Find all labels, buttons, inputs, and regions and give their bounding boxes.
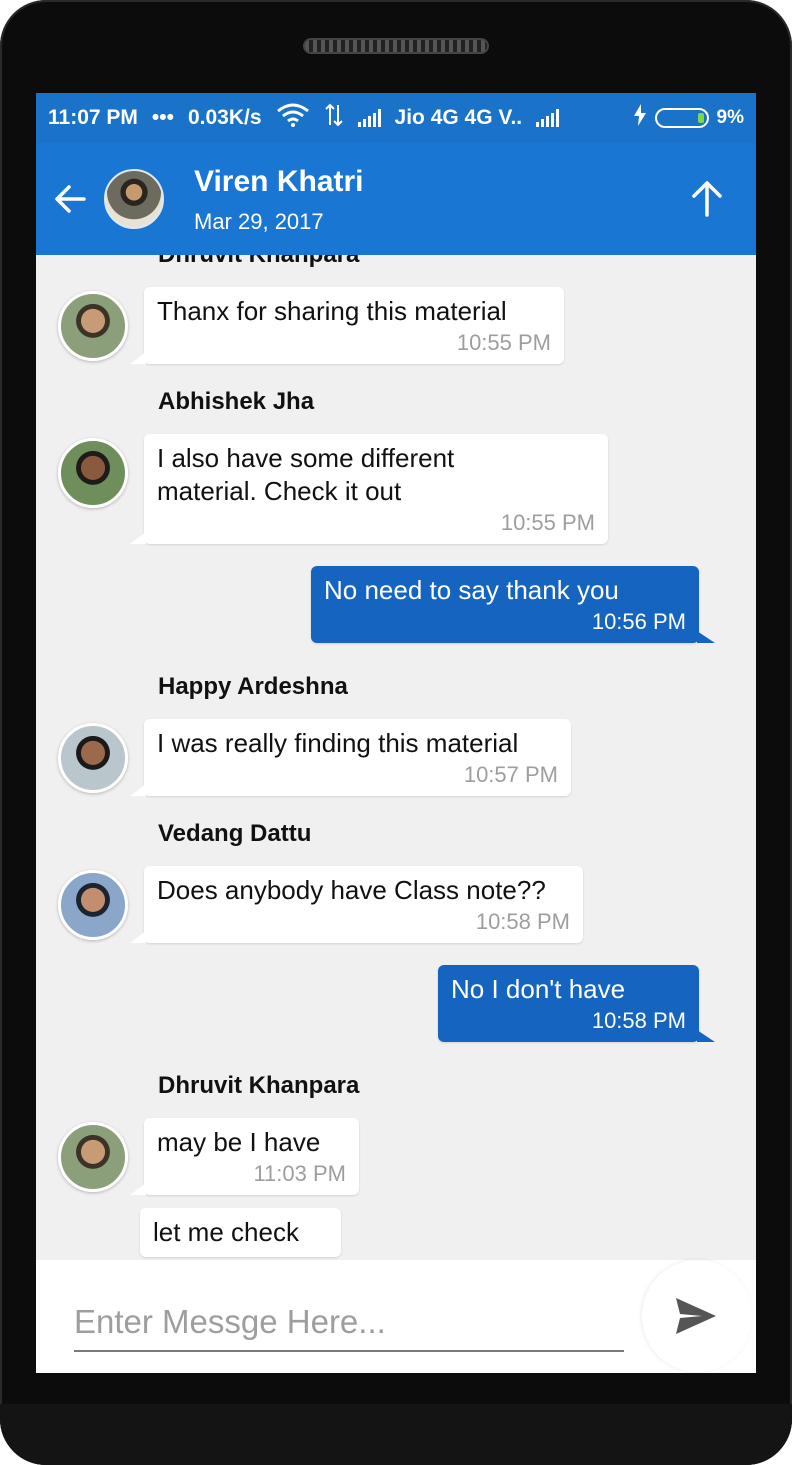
- phone-chin: [0, 1404, 792, 1465]
- message-text: Thanx for sharing this material: [157, 296, 507, 326]
- speaker-grille: [303, 38, 489, 54]
- page-title: Viren Khatri: [194, 165, 364, 198]
- sender-name: Abhishek Jha: [158, 388, 315, 415]
- message-time: 10:56 PM: [591, 609, 686, 634]
- wifi-icon: [276, 103, 310, 133]
- screen: 11:07 PM ••• 0.03K/s Jio 4G 4G V.. 9% Vi…: [36, 93, 756, 1373]
- back-arrow-icon[interactable]: [52, 181, 88, 217]
- send-button[interactable]: [642, 1260, 752, 1372]
- carrier-label: Jio 4G 4G V..: [394, 106, 523, 129]
- avatar[interactable]: [58, 1122, 128, 1192]
- status-bar: 11:07 PM ••• 0.03K/s Jio 4G 4G V.. 9%: [36, 93, 756, 143]
- message-text: let me check: [153, 1217, 299, 1247]
- sender-name: Vedang Dattu: [158, 820, 312, 847]
- message-bubble-incoming[interactable]: Does anybody have Class note?? 10:58 PM: [130, 866, 583, 943]
- avatar[interactable]: [58, 438, 128, 508]
- composer-bar: [36, 1260, 756, 1373]
- message-bubble-outgoing[interactable]: No I don't have 10:58 PM: [438, 965, 715, 1042]
- battery-percent: 9%: [716, 107, 744, 128]
- app-bar: Viren Khatri Mar 29, 2017: [36, 143, 756, 255]
- message-text: I was really finding this material: [157, 728, 519, 758]
- message-bubble-incoming[interactable]: let me check: [140, 1208, 341, 1257]
- sender-name: Happy Ardeshna: [158, 673, 348, 700]
- signal-icon-2: [536, 109, 560, 127]
- arrow-up-icon[interactable]: [686, 177, 728, 219]
- message-time: 10:57 PM: [463, 762, 558, 787]
- message-time: 11:03 PM: [253, 1161, 346, 1186]
- signal-icon: [357, 109, 381, 127]
- chat-list[interactable]: Dhruvit Khanpara Thanx for sharing this …: [36, 255, 756, 1260]
- contact-avatar[interactable]: [104, 169, 164, 229]
- message-bubble-outgoing[interactable]: No need to say thank you 10:56 PM: [311, 566, 715, 643]
- message-input[interactable]: [74, 1294, 624, 1352]
- message-bubble-incoming[interactable]: I also have some different material. Che…: [130, 434, 608, 544]
- page-subtitle: Mar 29, 2017: [194, 209, 324, 234]
- phone-frame: 11:07 PM ••• 0.03K/s Jio 4G 4G V.. 9% Vi…: [0, 0, 792, 1465]
- charging-icon: [633, 104, 647, 132]
- message-time: 10:55 PM: [456, 330, 551, 355]
- message-time: 10:55 PM: [500, 510, 595, 535]
- avatar[interactable]: [58, 291, 128, 361]
- message-time: 10:58 PM: [475, 909, 570, 934]
- sender-name: Dhruvit Khanpara: [158, 1072, 360, 1099]
- notification-dots-icon: •••: [151, 106, 174, 129]
- battery-icon: [654, 108, 709, 128]
- message-text: I also have some different material. Che…: [157, 443, 455, 506]
- message-bubble-incoming[interactable]: Thanx for sharing this material 10:55 PM: [130, 287, 564, 364]
- status-time: 11:07 PM: [48, 106, 138, 129]
- message-bubble-incoming[interactable]: may be I have 11:03 PM: [130, 1118, 359, 1195]
- avatar[interactable]: [58, 870, 128, 940]
- message-bubble-incoming[interactable]: I was really finding this material 10:57…: [130, 719, 571, 796]
- data-transfer-icon: [324, 103, 344, 133]
- avatar[interactable]: [58, 723, 128, 793]
- message-text: Does anybody have Class note??: [157, 875, 546, 905]
- message-text: may be I have: [157, 1127, 321, 1157]
- message-text: No I don't have: [451, 974, 626, 1004]
- message-time: 10:58 PM: [591, 1008, 686, 1033]
- network-speed: 0.03K/s: [187, 106, 262, 129]
- send-icon: [676, 1298, 716, 1334]
- sender-name: Dhruvit Khanpara: [158, 255, 359, 269]
- message-text: No need to say thank you: [324, 575, 619, 605]
